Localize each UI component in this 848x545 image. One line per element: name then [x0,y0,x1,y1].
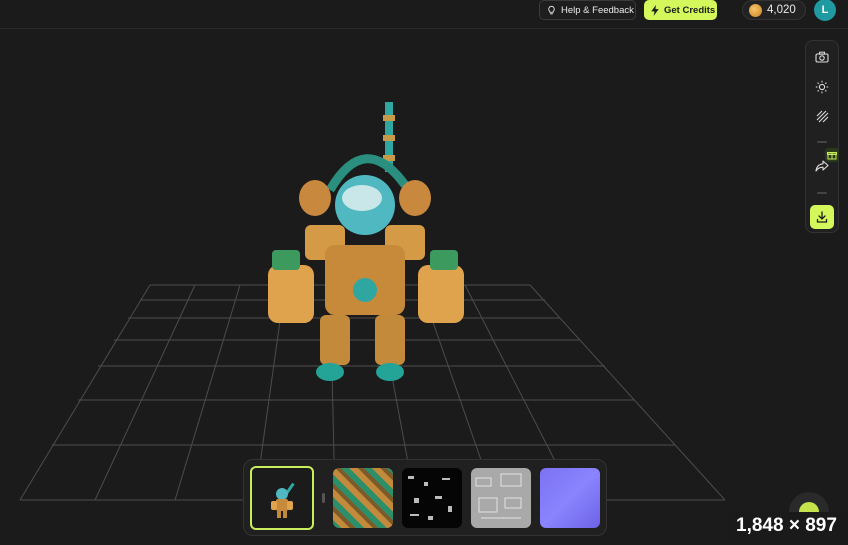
viewer-toolbar [805,40,839,233]
toolbar-divider [817,141,827,143]
wireframe-button[interactable] [810,104,834,128]
credit-balance-value: 4,020 [767,4,796,16]
dimensions-text: 1,848 × 897 [736,515,837,536]
sun-icon [815,80,829,94]
thumbnail-model-preview[interactable] [250,466,314,530]
get-credits-label: Get Credits [664,4,716,16]
texture-thumbnail-bar [243,459,607,536]
camera-icon [815,51,829,63]
thumbnail-normal-map[interactable] [540,468,600,528]
gift-icon [827,152,837,160]
thumbnail-roughness-map[interactable] [471,468,531,528]
get-credits-button[interactable]: Get Credits [644,0,717,20]
toolbar-divider [817,192,827,194]
avatar-initial: L [821,4,829,16]
lighting-button[interactable] [810,75,834,99]
camera-button[interactable] [810,45,834,69]
top-bar: Help & Feedback Get Credits 4,020 L [0,0,848,29]
gift-badge[interactable] [825,148,839,162]
model-preview-image [271,482,295,518]
thumbnail-base-color-map[interactable] [333,468,393,528]
avatar[interactable]: L [814,0,836,21]
coin-icon [749,3,762,17]
credit-balance[interactable]: 4,020 [742,0,806,20]
download-icon [816,211,828,223]
lightbulb-icon [548,5,555,14]
thumbnail-metallic-map[interactable] [402,468,462,528]
wireframe-icon [816,110,828,122]
character-model [268,102,464,381]
roughness-map-image [475,473,522,519]
lightning-icon [651,4,659,16]
download-button[interactable] [810,205,834,229]
thumbnail-divider [322,493,325,503]
help-feedback-button[interactable]: Help & Feedback [539,0,636,20]
help-feedback-label: Help & Feedback [561,4,634,16]
metallic-map-image [408,476,452,520]
dimensions-overlay: 1,848 × 897 [728,512,848,540]
